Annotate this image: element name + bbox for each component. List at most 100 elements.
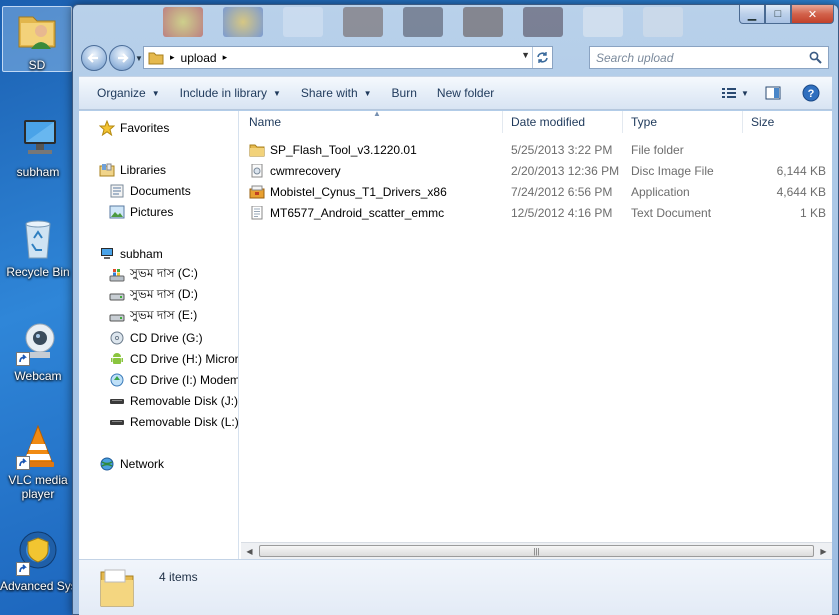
navigation-bar: ▼ ▸ upload ▸ ▼ Search upload	[79, 43, 832, 73]
column-header-size[interactable]: Size	[743, 111, 833, 133]
view-list-icon	[722, 88, 737, 98]
libraries-icon	[99, 163, 115, 177]
application-icon	[249, 185, 265, 199]
sort-ascending-icon: ▲	[373, 109, 381, 118]
file-row[interactable]: cwmrecovery 2/20/2013 12:36 PM Disc Imag…	[249, 162, 832, 182]
burn-button[interactable]: Burn	[386, 86, 431, 100]
file-list[interactable]: Name ▲ Date modified Type Size SP_Flash_…	[241, 109, 833, 559]
desktop-icon-computer[interactable]: subham	[0, 114, 76, 179]
minimize-button[interactable]: ▁	[739, 5, 765, 24]
nav-drive-e[interactable]: সুভম দাস (E:)	[109, 308, 197, 326]
back-button[interactable]	[81, 45, 107, 71]
nav-drive-label: Removable Disk (J:)	[130, 394, 239, 408]
share-with-button[interactable]: Share with ▼	[295, 86, 386, 100]
desktop-icon-label: VLC media player	[8, 473, 68, 501]
chevron-down-icon: ▼	[741, 88, 749, 98]
title-bar	[163, 7, 723, 41]
removable-disk-icon	[110, 420, 124, 425]
nav-drive-d[interactable]: সুভম দাস (D:)	[109, 287, 198, 305]
command-bar: Organize ▼ Include in library ▼ Share wi…	[79, 76, 832, 110]
desktop-icon-sd[interactable]: SD	[2, 6, 72, 72]
file-date: 7/24/2012 6:56 PM	[511, 185, 613, 199]
computer-icon	[14, 114, 62, 162]
file-name: SP_Flash_Tool_v3.1220.01	[270, 143, 417, 157]
desktop-icon-label: subham	[16, 165, 60, 179]
explorer-window[interactable]: ▁ □ ✕ ▼ ▸ upload ▸ ▼ Search upload Organ…	[72, 4, 839, 615]
network-icon	[100, 457, 114, 471]
text-document-icon	[251, 206, 263, 220]
hard-drive-icon	[109, 293, 125, 301]
nav-network[interactable]: Network	[99, 455, 164, 473]
file-name: Mobistel_Cynus_T1_Drivers_x86	[270, 185, 447, 199]
nav-computer[interactable]: subham	[99, 245, 163, 263]
column-date-label: Date modified	[511, 115, 586, 129]
folder-icon	[249, 144, 265, 157]
nav-drive-h[interactable]: CD Drive (H:) Micror	[109, 350, 239, 368]
file-type: Disc Image File	[631, 164, 714, 178]
preview-pane-button[interactable]	[758, 82, 788, 104]
nav-drive-label: CD Drive (H:) Micror	[130, 352, 239, 366]
new-folder-label: New folder	[436, 86, 495, 100]
desktop-icon-label: Webcam	[14, 369, 62, 383]
nav-documents[interactable]: Documents	[109, 182, 191, 200]
desktop-icon-systemcare[interactable]: Advanced SystemCare 5	[0, 528, 76, 593]
help-button[interactable]: ?	[796, 82, 826, 104]
svg-text:?: ?	[808, 88, 815, 100]
address-history-dropdown[interactable]: ▼	[521, 50, 530, 60]
nav-drive-j[interactable]: Removable Disk (J:)	[109, 392, 238, 410]
new-folder-button[interactable]: New folder	[431, 86, 508, 100]
desktop-icon-webcam[interactable]: Webcam	[0, 318, 76, 383]
nav-favorites[interactable]: Favorites	[99, 119, 169, 137]
nav-drive-c[interactable]: সুভম দাস (C:)	[109, 266, 198, 284]
search-input[interactable]: Search upload	[589, 46, 829, 69]
maximize-button[interactable]: □	[765, 5, 791, 24]
nav-libraries-label: Libraries	[120, 163, 167, 177]
nav-drive-l[interactable]: Removable Disk (L:)	[109, 413, 238, 431]
desktop-icon-label: Advanced SystemCare 5	[0, 579, 76, 593]
scroll-left-button[interactable]: ◀	[241, 543, 258, 559]
desktop-icon-vlc[interactable]: VLC media player	[0, 422, 76, 501]
organize-button[interactable]: Organize ▼	[91, 86, 174, 100]
desktop-icon-recycle-bin[interactable]: Recycle Bin	[0, 214, 76, 279]
nav-drive-g[interactable]: CD Drive (G:)	[109, 329, 203, 347]
breadcrumb-upload[interactable]: upload	[181, 51, 217, 65]
scrollbar-thumb[interactable]: |||	[259, 545, 814, 557]
file-type: Application	[631, 185, 690, 199]
horizontal-scrollbar[interactable]: ◀ ||| ▶	[241, 542, 832, 559]
folder-icon	[100, 569, 134, 607]
nav-drive-i[interactable]: CD Drive (I:) Modem	[109, 371, 238, 389]
address-bar[interactable]: ▸ upload ▸ ▼	[143, 46, 553, 69]
recent-pages-dropdown[interactable]: ▼	[135, 54, 143, 63]
nav-libraries[interactable]: Libraries	[99, 161, 166, 179]
file-row[interactable]: MT6577_Android_scatter_emmc 12/5/2012 4:…	[249, 204, 832, 224]
chevron-down-icon: ▼	[151, 88, 160, 98]
details-pane: 4 items	[79, 559, 832, 615]
nav-drive-label: CD Drive (G:)	[130, 331, 203, 345]
nav-drive-label: সুভম দাস (E:)	[130, 308, 198, 322]
scroll-right-button[interactable]: ▶	[815, 543, 832, 559]
user-folder-icon	[13, 7, 61, 55]
close-button[interactable]: ✕	[791, 5, 834, 24]
column-header-date-modified[interactable]: Date modified	[503, 111, 623, 133]
nav-documents-label: Documents	[130, 184, 191, 198]
burn-label: Burn	[391, 86, 417, 100]
column-header-name[interactable]: Name ▲	[241, 109, 503, 133]
item-count: 4 items	[159, 570, 198, 584]
file-row[interactable]: Mobistel_Cynus_T1_Drivers_x86 7/24/2012 …	[249, 183, 832, 203]
change-view-button[interactable]: ▼	[720, 82, 750, 104]
chevron-down-icon: ▼	[363, 88, 372, 98]
file-date: 2/20/2013 12:36 PM	[511, 164, 620, 178]
file-date: 12/5/2012 4:16 PM	[511, 206, 613, 220]
systemcare-icon	[14, 528, 62, 576]
star-icon	[99, 120, 115, 136]
column-header-type[interactable]: Type	[623, 111, 743, 133]
system-drive-icon	[109, 269, 125, 282]
file-row[interactable]: SP_Flash_Tool_v3.1220.01 5/25/2013 3:22 …	[249, 141, 832, 161]
file-size: 1 KB	[799, 206, 826, 220]
forward-button[interactable]	[109, 45, 135, 71]
navigation-pane[interactable]: Favorites Libraries Documents Pictures s…	[79, 111, 239, 559]
nav-pictures[interactable]: Pictures	[109, 203, 173, 221]
include-in-library-button[interactable]: Include in library ▼	[174, 86, 295, 100]
nav-drive-label: সুভম দাস (C:)	[130, 266, 198, 280]
refresh-button[interactable]	[532, 47, 552, 68]
